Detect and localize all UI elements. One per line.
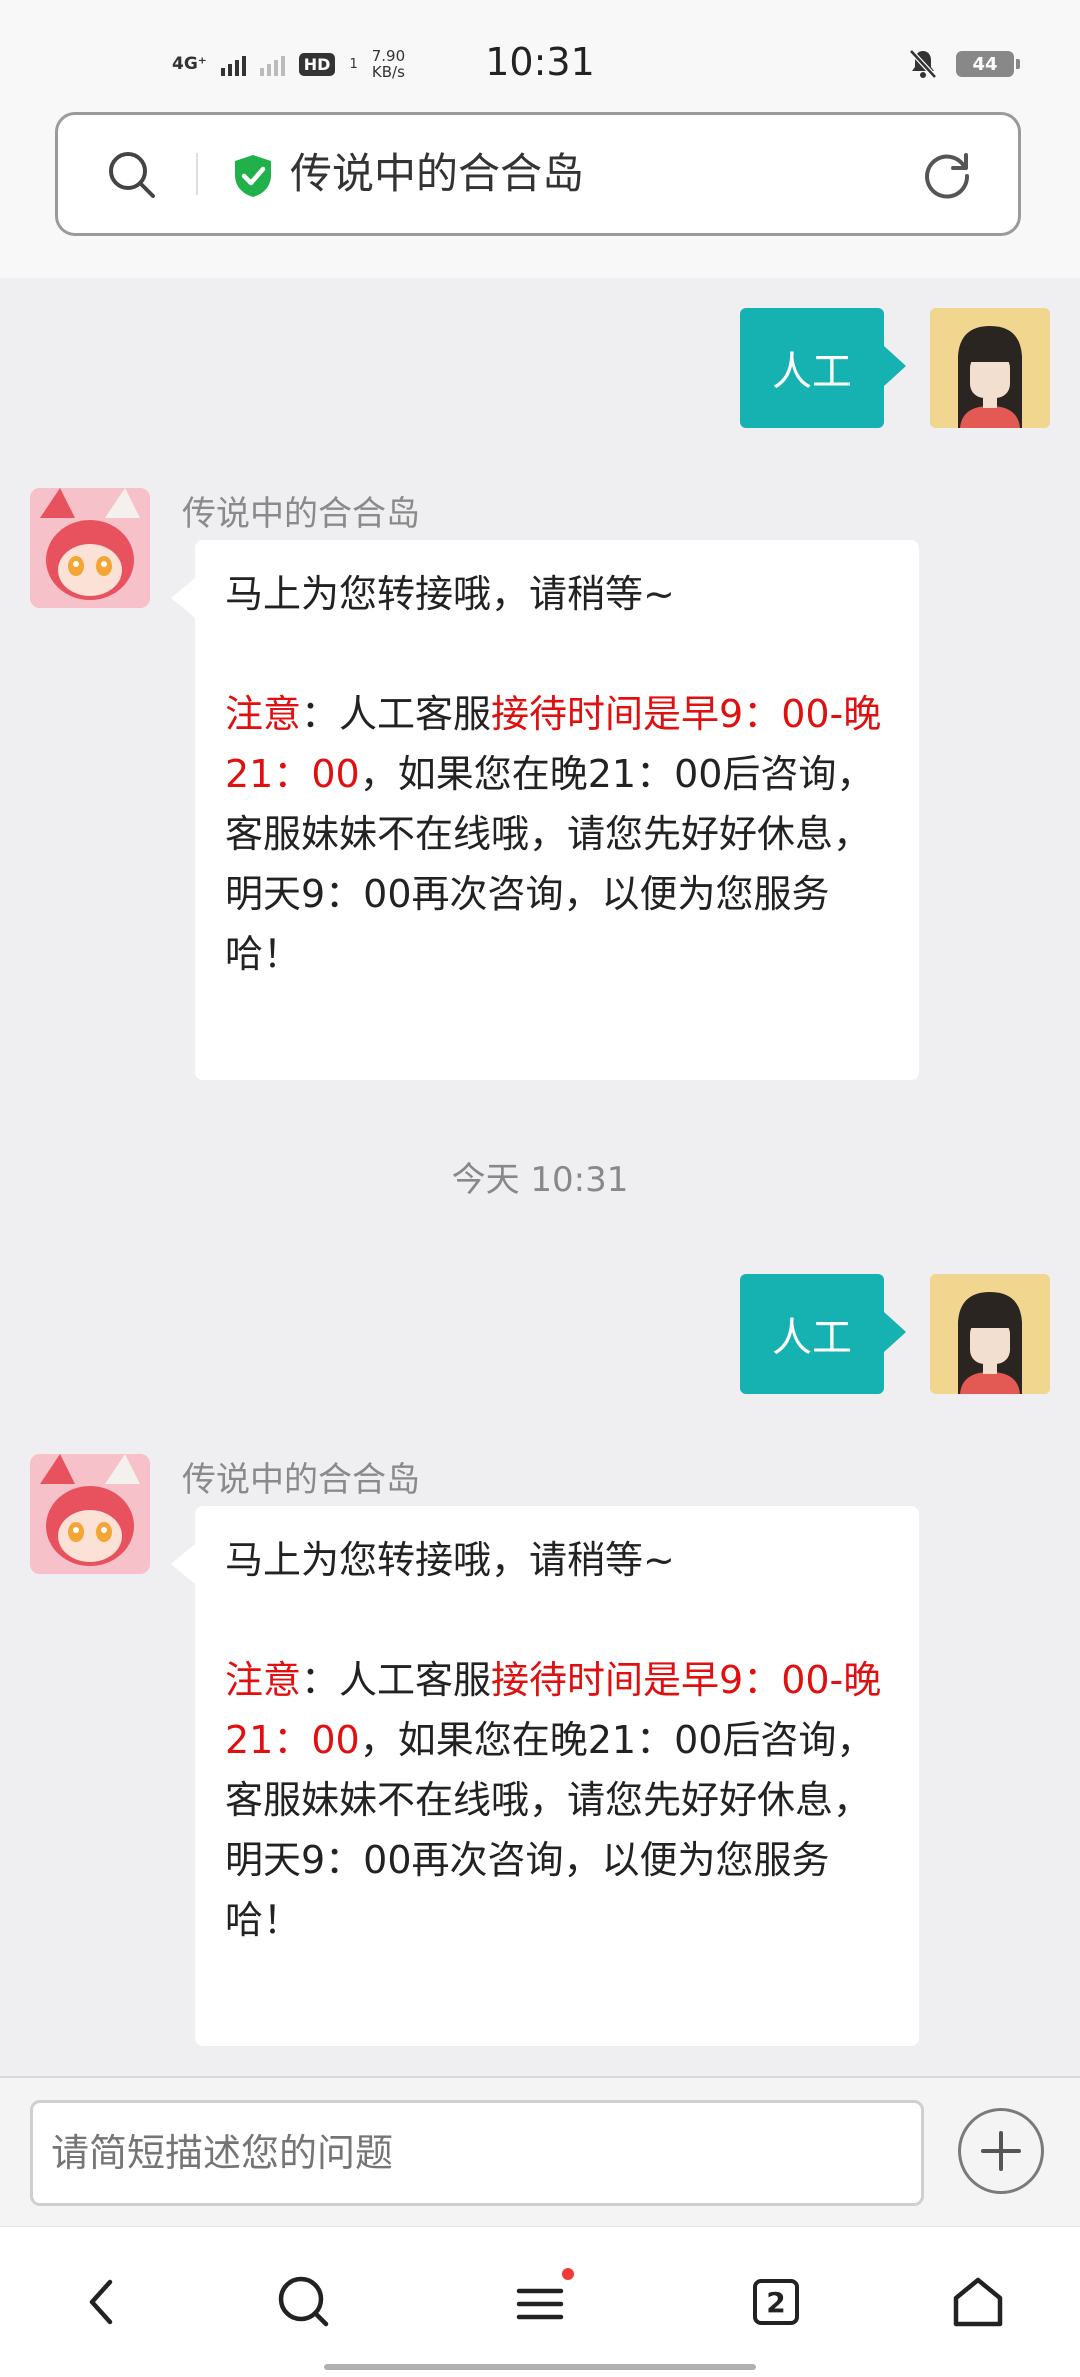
bottom-nav: 2 xyxy=(0,2226,1080,2377)
gesture-bar[interactable] xyxy=(324,2364,756,2370)
status-bar: 4G⁺ HD 1 7.90 KB/s 10:31 44 xyxy=(0,0,1080,130)
chevron-left-icon xyxy=(89,2279,113,2325)
message-line: 马上为您转接哦，请稍等~ xyxy=(225,1538,675,1582)
plus-icon xyxy=(981,2131,1021,2171)
menu-button[interactable] xyxy=(480,2227,600,2377)
notice-text: 注意：人工客服接待时间是早9：00-晚21：00，如果您在晚21：00后咨询，客… xyxy=(225,684,889,984)
bot-message-bubble: 马上为您转接哦，请稍等~ 注意：人工客服接待时间是早9：00-晚21：00，如果… xyxy=(171,540,919,1080)
fox-mascot-icon xyxy=(30,488,150,608)
message-text: 人工 xyxy=(772,1315,852,1361)
girl-avatar-icon xyxy=(930,1274,1050,1394)
bot-message-bubble: 马上为您转接哦，请稍等~ 注意：人工客服接待时间是早9：00-晚21：00，如果… xyxy=(171,1506,919,2046)
tab-count-badge: 2 xyxy=(753,2279,799,2325)
notice-colon: ：人工客服 xyxy=(301,692,492,736)
search-icon[interactable] xyxy=(106,149,158,201)
notice-text: 注意：人工客服接待时间是早9：00-晚21：00，如果您在晚21：00后咨询，客… xyxy=(225,1650,889,1950)
address-divider xyxy=(196,153,198,195)
notice-label: 注意 xyxy=(225,692,302,736)
home-button[interactable] xyxy=(918,2227,1038,2377)
bot-avatar xyxy=(30,1454,150,1574)
secure-shield-icon xyxy=(235,155,271,197)
notice-colon: ：人工客服 xyxy=(301,1658,492,1702)
bot-avatar xyxy=(30,488,150,608)
user-avatar xyxy=(930,1274,1050,1394)
input-bar xyxy=(0,2076,1080,2228)
add-button[interactable] xyxy=(958,2108,1044,2194)
battery-icon: 44 xyxy=(956,51,1020,77)
search-icon xyxy=(278,2276,329,2327)
message-line: 马上为您转接哦，请稍等~ xyxy=(225,572,675,616)
timestamp-separator: 今天 10:31 xyxy=(451,1160,629,1200)
menu-icon xyxy=(516,2268,574,2320)
message-input[interactable] xyxy=(30,2100,924,2206)
mute-bell-icon xyxy=(909,49,937,79)
address-bar[interactable]: 传说中的合合岛 xyxy=(55,112,1021,236)
message-text: 人工 xyxy=(772,349,852,395)
sender-name: 传说中的合合岛 xyxy=(182,1460,420,1500)
page-title: 传说中的合合岛 xyxy=(290,149,585,198)
status-right: 44 xyxy=(908,48,1020,80)
user-message-bubble: 人工 xyxy=(740,1274,906,1394)
sender-name: 传说中的合合岛 xyxy=(182,494,420,534)
notice-label: 注意 xyxy=(225,1658,302,1702)
reload-icon[interactable] xyxy=(920,149,974,203)
back-button[interactable] xyxy=(42,2227,162,2377)
girl-avatar-icon xyxy=(930,308,1050,428)
search-nav-button[interactable] xyxy=(244,2227,364,2377)
user-avatar xyxy=(930,308,1050,428)
tabs-button[interactable]: 2 xyxy=(716,2227,836,2377)
fox-mascot-icon xyxy=(30,1454,150,1574)
home-icon xyxy=(953,2277,1003,2327)
user-message-bubble: 人工 xyxy=(740,308,906,428)
